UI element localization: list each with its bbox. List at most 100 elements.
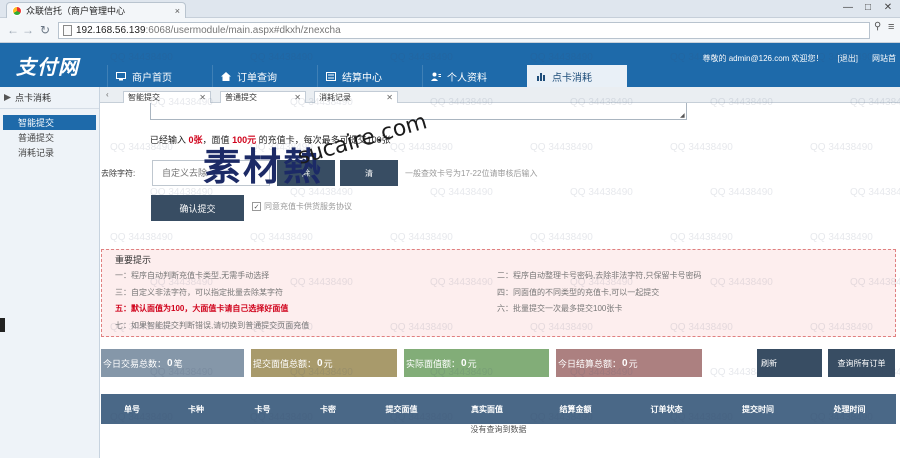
stat-value: 0	[317, 357, 323, 369]
notice-title: 重要提示	[115, 255, 152, 265]
query-all-orders-button[interactable]: 查询所有订单	[828, 349, 895, 377]
sidebar: 点卡消耗 智能提交 普通提交 消耗记录	[0, 87, 100, 458]
topnav-card-consume[interactable]: 点卡消耗	[527, 65, 627, 87]
browser-tab-title: 众联信托（商户管理中心	[26, 6, 126, 16]
notice-item: 七：如果智能提交判断错误,请切换到普通提交页面充值	[115, 321, 310, 330]
browser-tab[interactable]: 众联信托（商户管理中心 ×	[6, 2, 186, 18]
url-host: 192.168.56.139	[76, 25, 146, 36]
filter-button[interactable]: 除	[277, 160, 335, 186]
home-icon	[221, 71, 231, 81]
user-icon	[431, 72, 441, 81]
site-logo: 支付网	[16, 55, 79, 79]
pin-icon[interactable]: ⚲	[874, 21, 881, 32]
qq-watermark: QQ 34438490	[810, 142, 873, 153]
resize-handle-icon[interactable]: ◢	[680, 112, 685, 119]
qq-watermark: QQ 34438490	[250, 232, 313, 243]
topnav-merchant-home[interactable]: 商户首页	[107, 65, 212, 87]
url-input[interactable]: 192.168.56.139:6068/usermodule/main.aspx…	[58, 22, 870, 39]
notice-item: 四：同面值的不同类型的充值卡,可以一起提交	[497, 288, 660, 297]
filter-label: 去除字符:	[101, 169, 136, 178]
sidebar-toggle-handle[interactable]	[0, 318, 5, 332]
tab-consume-record[interactable]: 消耗记录 ✕	[314, 91, 398, 103]
app-header: 支付网 商户首页 订单查询 结算中心 个人资料 点卡消耗 尊敬的 admin@1…	[0, 43, 900, 87]
table-empty-message: 没有查询到数据	[470, 425, 527, 434]
topnav-label: 订单查询	[237, 72, 277, 84]
page-icon	[63, 25, 72, 36]
logout-link[interactable]: [退出]	[838, 53, 858, 64]
tab-normal-submit[interactable]: 普通提交 ✕	[220, 91, 306, 103]
forward-icon[interactable]: →	[22, 23, 34, 37]
column-header: 提交时间	[742, 404, 774, 414]
collapse-icon	[4, 94, 11, 101]
window-close-icon[interactable]: ✕	[880, 2, 896, 13]
sidebar-item-normal-submit[interactable]: 普通提交	[0, 130, 99, 145]
stat-value: 0	[167, 357, 173, 369]
tab-smart-submit[interactable]: 智能提交 ✕	[123, 91, 211, 103]
qq-watermark: QQ 34438490	[110, 232, 173, 243]
input-summary: 已经输入 0张，面值 100元 的充值卡，每次最多可提交100张	[150, 135, 391, 145]
close-tab-icon[interactable]: ✕	[294, 93, 301, 102]
site-home-link[interactable]: 网站首	[872, 53, 896, 64]
card-input-textarea[interactable]	[150, 103, 687, 120]
qq-watermark: QQ 34438490	[670, 142, 733, 153]
sidebar-item-consume-record[interactable]: 消耗记录	[0, 145, 99, 160]
minimize-icon[interactable]: —	[840, 2, 856, 13]
clear-button[interactable]: 清	[340, 160, 398, 186]
sidebar-item-smart-submit[interactable]: 智能提交	[3, 115, 96, 130]
tab-scroll-left-icon[interactable]: ‹	[106, 90, 109, 99]
qq-watermark: QQ 34438490	[430, 187, 493, 198]
qq-watermark: QQ 34438490	[810, 232, 873, 243]
topnav-label: 点卡消耗	[552, 72, 592, 84]
menu-icon[interactable]: ≡	[888, 21, 894, 33]
close-tab-icon[interactable]: ×	[175, 6, 180, 16]
column-header: 卡种	[188, 404, 204, 414]
user-email: admin@126.com	[728, 54, 790, 63]
close-tab-icon[interactable]: ✕	[199, 93, 206, 102]
orders-table-header: 单号 卡种 卡号 卡密 提交面值 真实面值 结算金额 订单状态 提交时间 处理时…	[101, 394, 896, 424]
qq-watermark: QQ 34438490	[530, 142, 593, 153]
refresh-button[interactable]: 刷新	[757, 349, 822, 377]
sidebar-title: 点卡消耗	[15, 93, 52, 103]
column-header: 单号	[124, 404, 140, 414]
browser-favicon-icon	[12, 5, 22, 16]
filter-chars-input[interactable]	[152, 160, 270, 186]
column-header: 真实面值	[471, 404, 503, 414]
stat-value: 0	[461, 357, 467, 369]
top-nav: 商户首页 订单查询 结算中心 个人资料 点卡消耗	[107, 65, 627, 87]
stat-actual-face-value: 实际面值额： 0 元	[404, 349, 549, 377]
column-header: 结算金额	[559, 404, 592, 414]
notice-item: 六：批量提交一次最多提交100张卡	[497, 304, 623, 313]
monitor-icon	[116, 71, 126, 80]
reload-icon[interactable]: ↻	[40, 23, 50, 37]
column-header: 订单状态	[650, 404, 683, 414]
card-format-hint: 一般查效卡号为17-22位请审核后输入	[405, 169, 538, 178]
qq-watermark: QQ 34438490	[710, 187, 773, 198]
column-header: 卡密	[320, 404, 336, 414]
confirm-submit-button[interactable]: 确认提交	[151, 195, 244, 221]
qq-watermark: QQ 34438490	[670, 232, 733, 243]
agree-checkbox[interactable]: ✓	[252, 202, 261, 211]
back-icon[interactable]: ←	[7, 23, 19, 37]
sidebar-header[interactable]: 点卡消耗	[0, 87, 99, 109]
qq-watermark: QQ 34438490	[390, 232, 453, 243]
content-tab-strip: ‹ 智能提交 ✕ 普通提交 ✕ 消耗记录 ✕	[100, 87, 900, 103]
url-path: :6068/usermodule/main.aspx#dkxh/znexcha	[145, 25, 341, 36]
user-bar: 尊敬的 admin@126.com 欢迎您！ [退出] 网站首	[702, 53, 896, 64]
topnav-label: 商户首页	[132, 72, 172, 84]
maximize-icon[interactable]: □	[860, 2, 876, 13]
agree-checkbox-row[interactable]: ✓ 同意充值卡供货服务协议	[252, 201, 352, 212]
close-tab-icon[interactable]: ✕	[386, 93, 393, 102]
qq-watermark: QQ 34438490	[530, 232, 593, 243]
qq-watermark: QQ 34438490	[570, 187, 633, 198]
column-header: 提交面值	[385, 404, 418, 414]
topnav-order-query[interactable]: 订单查询	[212, 65, 317, 87]
column-header: 卡号	[254, 404, 271, 414]
input-amount: 100元	[232, 135, 257, 145]
stat-value: 0	[622, 357, 628, 369]
chart-icon	[537, 72, 545, 81]
topnav-label: 个人资料	[447, 72, 487, 84]
agree-text: 同意充值卡供货服务协议	[264, 202, 352, 211]
topnav-profile[interactable]: 个人资料	[422, 65, 527, 87]
topnav-settlement[interactable]: 结算中心	[317, 65, 422, 87]
stat-today-transactions: 今日交易总数： 0 笔	[101, 349, 244, 377]
